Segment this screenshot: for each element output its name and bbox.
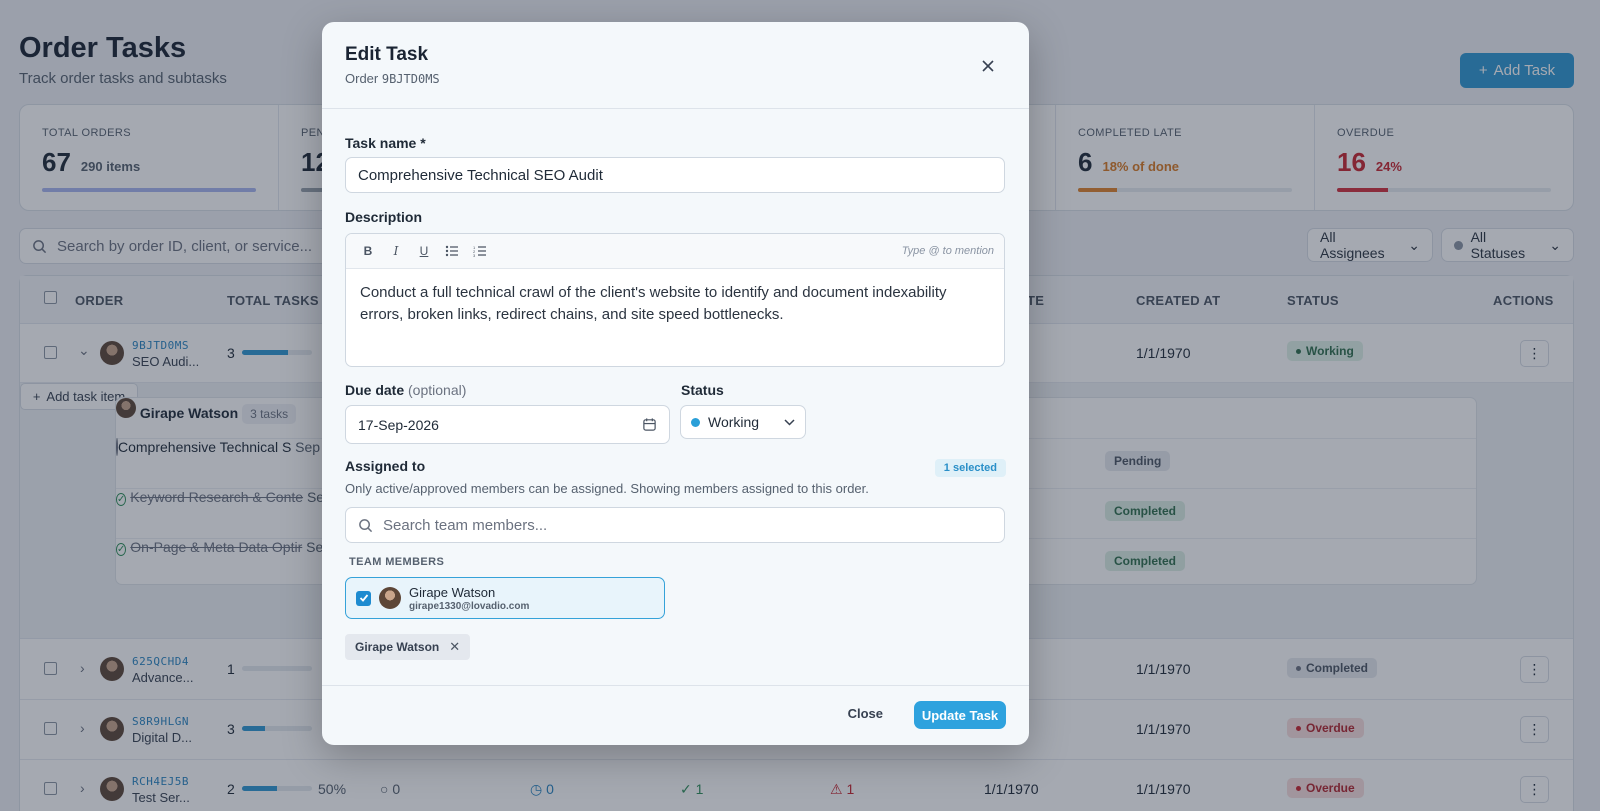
description-text[interactable]: Conduct a full technical crawl of the cl… [346, 269, 1004, 339]
member-checkbox[interactable] [356, 590, 371, 606]
modal-order-ref: Order 9BJTD0MS [345, 71, 440, 86]
team-members-heading: TEAM MEMBERS [349, 556, 445, 568]
modal-footer: Close Update Task [322, 685, 1029, 745]
status-label: Status [681, 382, 724, 398]
bold-icon[interactable]: B [360, 243, 376, 259]
modal-header: Edit Task Order 9BJTD0MS [322, 22, 1029, 109]
remove-chip-icon[interactable]: ✕ [449, 639, 460, 655]
due-date-input[interactable]: 17-Sep-2026 [345, 405, 670, 444]
numbered-list-icon[interactable]: 123 [472, 243, 488, 259]
team-member-option[interactable]: Girape Watson girape1330@lovadio.com [345, 577, 665, 619]
calendar-icon[interactable] [642, 417, 657, 432]
description-editor[interactable]: B I U 123 Type @ to mention Conduct a fu… [345, 233, 1005, 367]
svg-text:3: 3 [473, 253, 476, 257]
selected-count-badge: 1 selected [934, 459, 1006, 477]
editor-toolbar: B I U 123 Type @ to mention [346, 234, 1004, 269]
search-icon [359, 518, 373, 532]
chevron-down-icon [784, 419, 795, 426]
avatar [379, 587, 401, 609]
task-name-input[interactable]: Comprehensive Technical SEO Audit [345, 157, 1005, 193]
assignee-chip: Girape Watson ✕ [345, 634, 471, 660]
assigned-helper-text: Only active/approved members can be assi… [345, 481, 869, 496]
assigned-to-label: Assigned to [345, 458, 426, 474]
bullet-list-icon[interactable] [444, 243, 460, 259]
update-task-button[interactable]: Update Task [914, 701, 1006, 729]
italic-icon[interactable]: I [388, 243, 404, 259]
task-name-label: Task name * [345, 135, 426, 151]
member-search-input[interactable]: Search team members... [345, 507, 1005, 543]
status-dot-icon [691, 417, 700, 427]
close-button[interactable]: Close [848, 706, 883, 721]
description-label: Description [345, 209, 423, 225]
edit-task-modal: Edit Task Order 9BJTD0MS Task name * Com… [322, 22, 1029, 745]
check-icon [359, 594, 368, 602]
status-select[interactable]: Working [680, 405, 806, 439]
close-icon[interactable] [979, 57, 997, 75]
underline-icon[interactable]: U [416, 243, 432, 259]
due-date-label: Due date (optional) [345, 382, 467, 398]
mention-hint: Type @ to mention [901, 245, 994, 257]
modal-title: Edit Task [345, 44, 429, 65]
